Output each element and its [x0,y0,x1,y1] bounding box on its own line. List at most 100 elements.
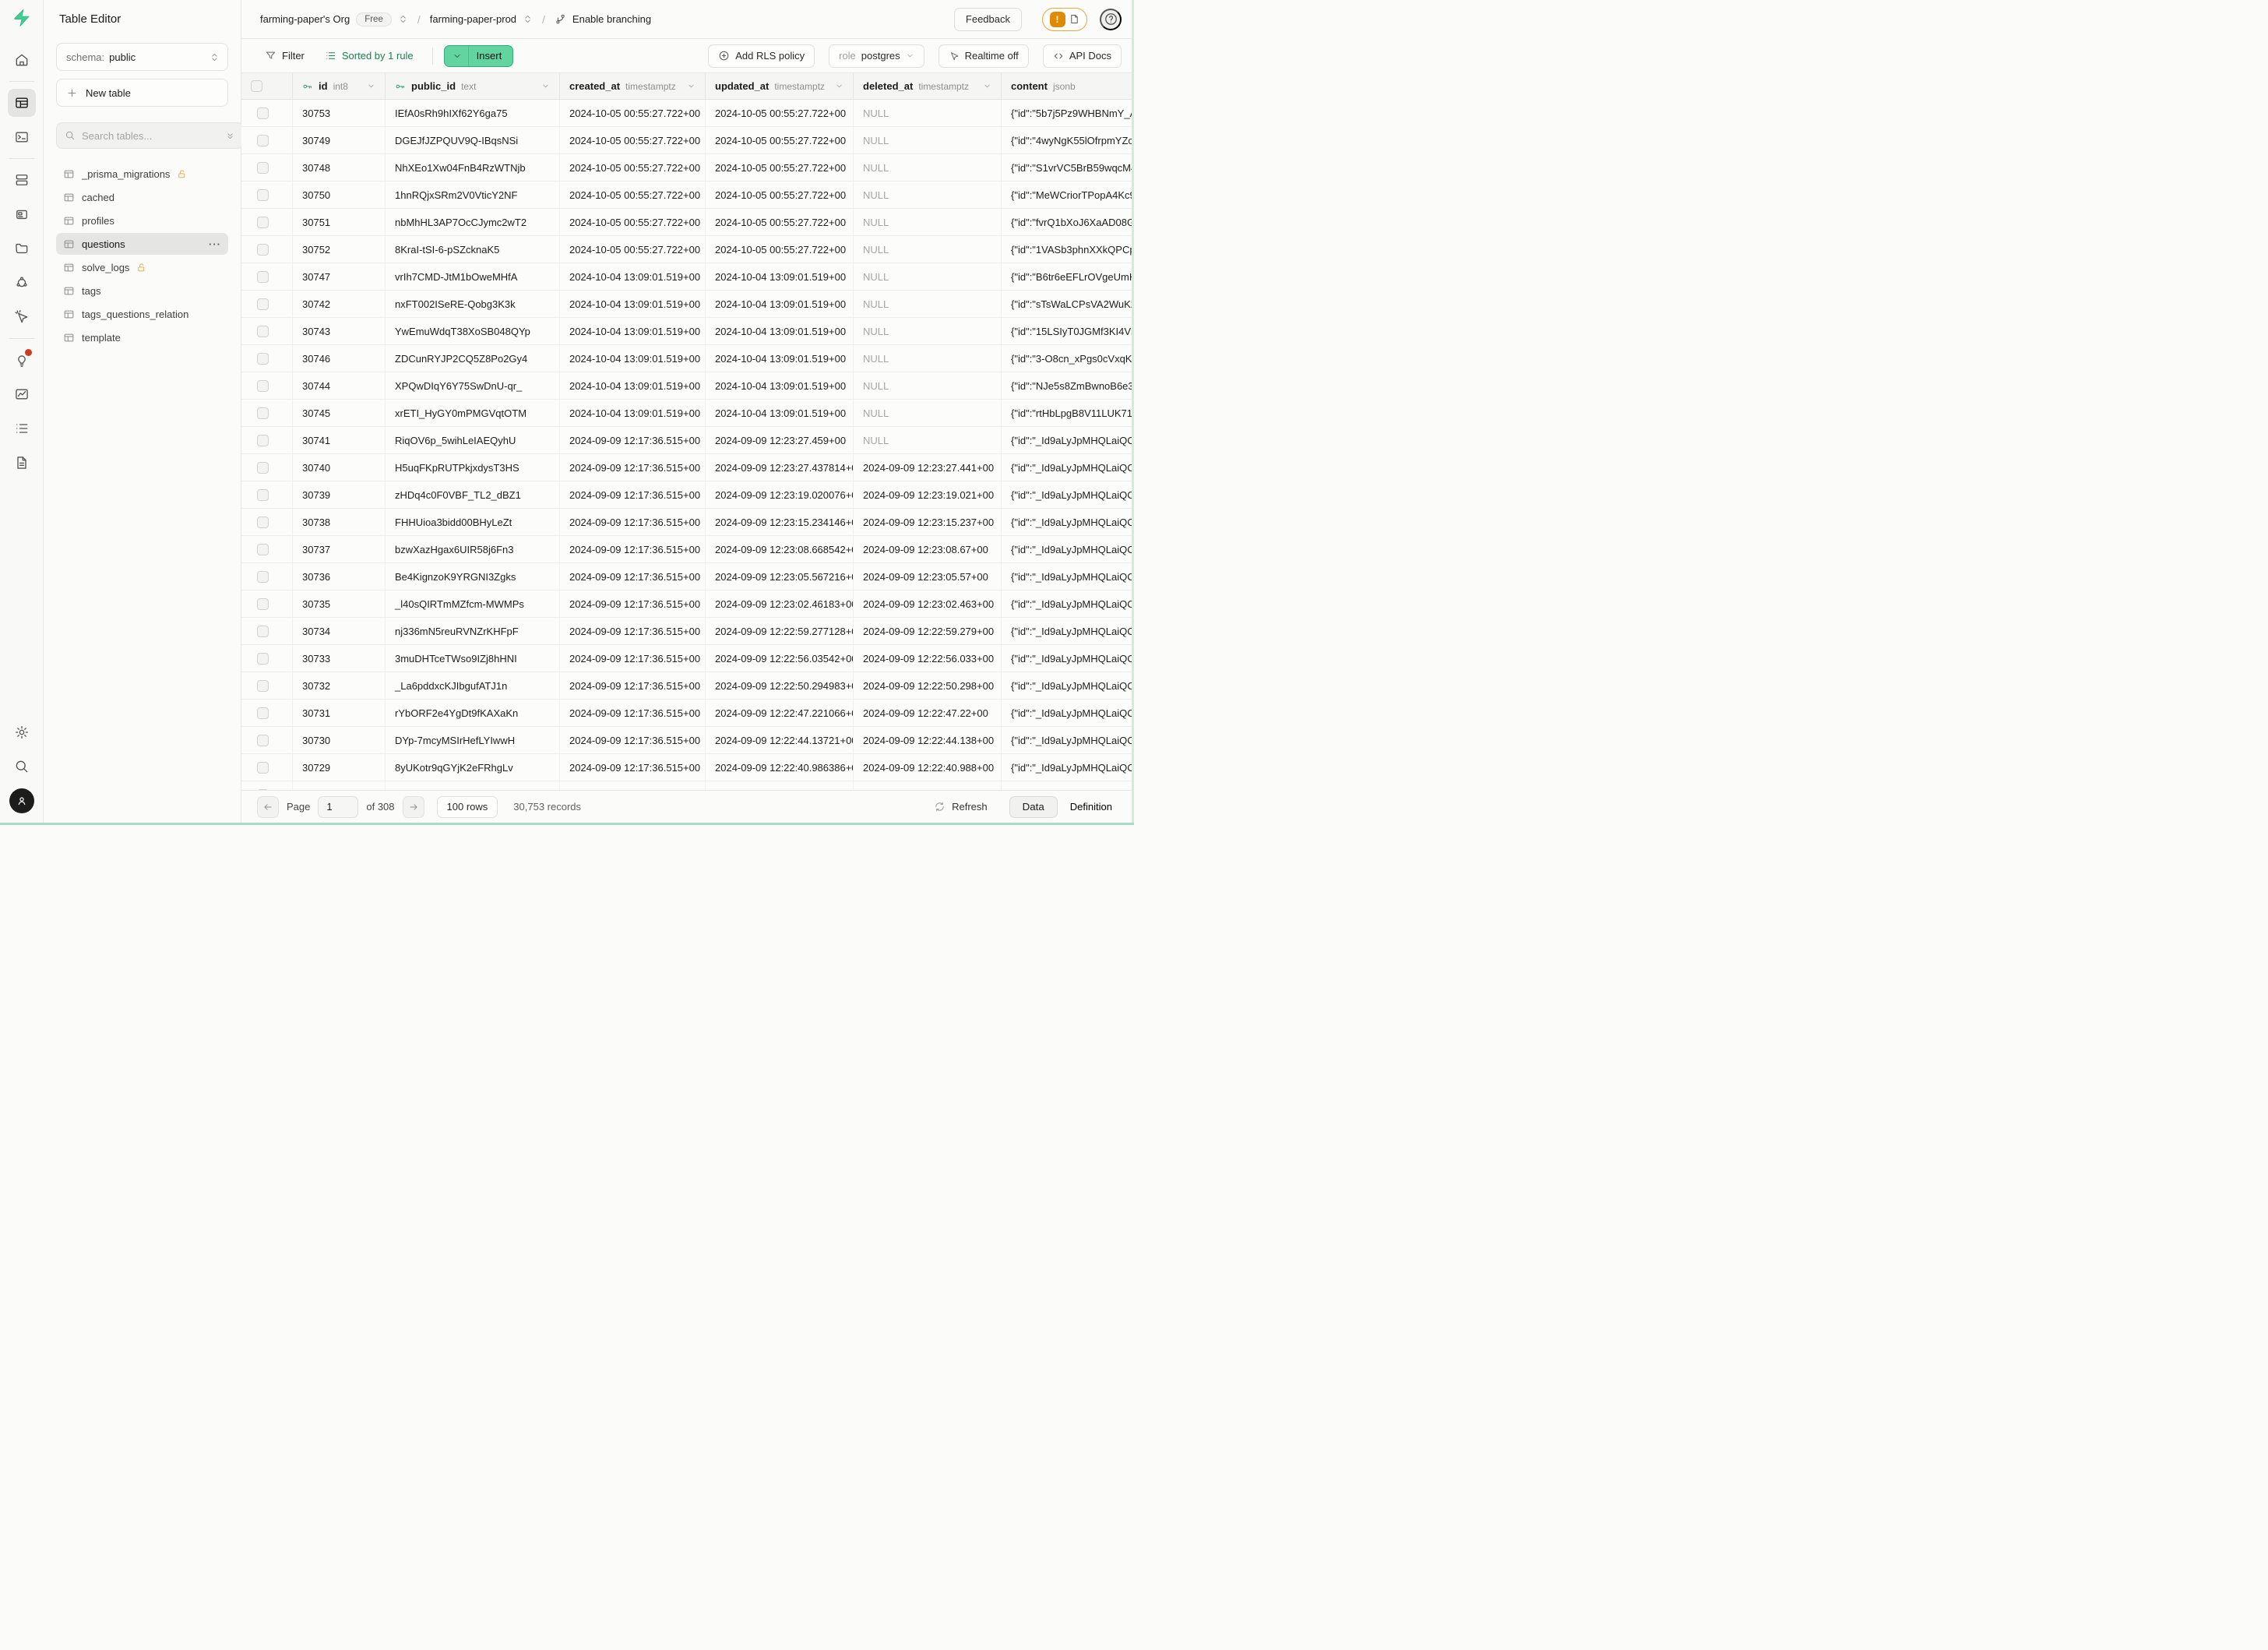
cell-id[interactable]: 30742 [293,291,386,317]
notifications-button[interactable]: ! [1042,8,1087,31]
cell-content[interactable]: {"id":"NJe5s8ZmBwnoB6e3s [1002,372,1134,399]
cell-id[interactable]: 30733 [293,645,386,672]
cell-updated_at[interactable]: 2024-09-09 12:23:27.437814+00 [706,454,854,481]
row-checkbox-cell[interactable] [241,318,293,344]
refresh-button[interactable]: Refresh [934,801,988,813]
row-checkbox[interactable] [257,407,269,419]
cell-created_at[interactable]: 2024-09-09 12:17:36.515+00 [560,727,706,753]
cell-public_id[interactable]: zHDq4c0F0VBF_TL2_dBZ1 [386,481,560,508]
cell-updated_at[interactable]: 2024-10-05 00:55:27.722+00 [706,182,854,208]
row-checkbox[interactable] [257,517,269,528]
column-header-id[interactable]: idint8 [293,73,386,99]
cell-public_id[interactable]: rYbORF2e4YgDt9fKAXaKn [386,700,560,726]
table-editor-icon[interactable] [8,89,36,117]
cell-deleted_at[interactable]: NULL [854,127,1002,153]
cell-deleted_at[interactable]: 2024-09-09 12:22:47.22+00 [854,700,1002,726]
cell-created_at[interactable]: 2024-10-04 13:09:01.519+00 [560,291,706,317]
column-header-created-at[interactable]: created_attimestamptz [560,73,706,99]
cell-id[interactable]: 30739 [293,481,386,508]
filter-button[interactable]: Filter [257,45,312,67]
cell-deleted_at[interactable]: 2024-09-09 12:23:19.021+00 [854,481,1002,508]
row-checkbox[interactable] [257,298,269,310]
cell-deleted_at[interactable]: NULL [854,427,1002,453]
cell-created_at[interactable]: 2024-09-09 12:17:36.515+00 [560,509,706,535]
row-checkbox[interactable] [257,162,269,174]
row-checkbox-cell[interactable] [241,236,293,263]
row-checkbox-cell[interactable] [241,618,293,644]
cell-id[interactable]: 30738 [293,509,386,535]
cell-created_at[interactable]: 2024-09-09 12:17:36.515+00 [560,481,706,508]
cell-updated_at[interactable]: 2024-10-04 13:09:01.519+00 [706,372,854,399]
cell-public_id[interactable]: xrETI_HyGY0mPMGVqtOTM [386,400,560,426]
cell-id[interactable]: 30740 [293,454,386,481]
cell-content[interactable]: {"id":"fvrQ1bXoJ6XaAD08G [1002,209,1134,235]
row-checkbox-cell[interactable] [241,727,293,753]
row-checkbox[interactable] [257,707,269,719]
cell-public_id[interactable]: vrIh7CMD-JtM1bOweMHfA [386,263,560,290]
row-checkbox-cell[interactable] [241,209,293,235]
cell-created_at[interactable]: 2024-10-05 00:55:27.722+00 [560,127,706,153]
row-checkbox[interactable] [257,680,269,692]
cell-updated_at[interactable]: 2024-09-09 12:23:19.020076+00 [706,481,854,508]
cell-deleted_at[interactable]: NULL [854,100,1002,126]
rows-per-page-button[interactable]: 100 rows [437,796,498,818]
cell-created_at[interactable]: 2024-09-09 12:17:36.515+00 [560,427,706,453]
cell-content[interactable]: {"id":"sTsWaLCPsVA2WuK2 [1002,291,1134,317]
api-docs-icon[interactable] [8,449,36,477]
cell-public_id[interactable]: 0L5BAfDaLDl5rQOiqeKPO [386,781,560,790]
row-checkbox[interactable] [257,762,269,774]
cell-deleted_at[interactable]: 2024-09-09 12:22:59.279+00 [854,618,1002,644]
cell-public_id[interactable]: _l40sQIRTmMZfcm-MWMPs [386,591,560,617]
cell-id[interactable]: 30748 [293,154,386,181]
column-header-public-id[interactable]: public_idtext [386,73,560,99]
cell-public_id[interactable]: 1hnRQjxSRm2V0VticY2NF [386,182,560,208]
new-table-button[interactable]: New table [56,79,228,107]
select-all-cell[interactable] [241,73,293,99]
cell-content[interactable]: {"id":"_Id9aLyJpMHQLaiQC [1002,481,1134,508]
row-checkbox[interactable] [257,380,269,392]
cell-deleted_at[interactable]: NULL [854,372,1002,399]
cell-updated_at[interactable]: 2024-09-09 12:22:37.955419+00 [706,781,854,790]
cell-public_id[interactable]: Be4KignzoK9YRGNI3Zgks [386,563,560,590]
cell-created_at[interactable]: 2024-10-05 00:55:27.722+00 [560,100,706,126]
row-checkbox[interactable] [257,244,269,256]
cell-deleted_at[interactable]: NULL [854,209,1002,235]
cell-deleted_at[interactable]: 2024-09-09 12:22:40.988+00 [854,754,1002,781]
home-icon[interactable] [8,46,36,74]
cell-updated_at[interactable]: 2024-10-04 13:09:01.519+00 [706,400,854,426]
cell-updated_at[interactable]: 2024-10-04 13:09:01.519+00 [706,263,854,290]
row-checkbox-cell[interactable] [241,454,293,481]
cell-created_at[interactable]: 2024-09-09 12:17:36.515+00 [560,645,706,672]
cell-public_id[interactable]: IEfA0sRh9hIXf62Y6ga75 [386,100,560,126]
cell-content[interactable]: {"id":"_Id9aLyJpMHQLaiQC [1002,454,1134,481]
cell-content[interactable]: {"id":"_Id9aLyJpMHQLaiQC [1002,509,1134,535]
cell-updated_at[interactable]: 2024-10-05 00:55:27.722+00 [706,236,854,263]
cell-content[interactable]: {"id":"_Id9aLyJpMHQLaiQC [1002,563,1134,590]
cell-public_id[interactable]: DYp-7mcyMSIrHefLYIwwH [386,727,560,753]
reports-icon[interactable] [8,380,36,408]
cell-deleted_at[interactable]: 2024-09-09 12:23:02.463+00 [854,591,1002,617]
cell-content[interactable]: {"id":"_Id9aLyJpMHQLaiQC [1002,536,1134,562]
sort-button[interactable]: Sorted by 1 rule [317,45,421,67]
cell-created_at[interactable]: 2024-09-09 12:17:36.515+00 [560,700,706,726]
cell-id[interactable]: 30728 [293,781,386,790]
cell-content[interactable]: {"id":"_Id9aLyJpMHQLaiQC [1002,427,1134,453]
row-checkbox[interactable] [257,326,269,337]
cell-id[interactable]: 30734 [293,618,386,644]
cell-created_at[interactable]: 2024-09-09 12:17:36.515+00 [560,591,706,617]
search-tables-input[interactable] [82,130,219,142]
row-checkbox[interactable] [257,108,269,119]
cell-created_at[interactable]: 2024-09-09 12:17:36.515+00 [560,563,706,590]
add-rls-policy-button[interactable]: Add RLS policy [708,44,815,68]
cell-deleted_at[interactable]: 2024-09-09 12:23:05.57+00 [854,563,1002,590]
cell-id[interactable]: 30729 [293,754,386,781]
cell-public_id[interactable]: DGEJfJZPQUV9Q-IBqsNSi [386,127,560,153]
cell-content[interactable]: {"id":"1VASb3phnXXkQPCpv [1002,236,1134,263]
cell-public_id[interactable]: nj336mN5reuRVNZrKHFpF [386,618,560,644]
storage-icon[interactable] [8,234,36,263]
sidebar-table-item-tags[interactable]: tags [56,280,228,301]
cell-deleted_at[interactable]: 2024-09-09 12:22:56.033+00 [854,645,1002,672]
cell-deleted_at[interactable]: 2024-09-09 12:22:50.298+00 [854,672,1002,699]
cell-updated_at[interactable]: 2024-09-09 12:23:15.234146+00 [706,509,854,535]
cell-created_at[interactable]: 2024-10-04 13:09:01.519+00 [560,372,706,399]
